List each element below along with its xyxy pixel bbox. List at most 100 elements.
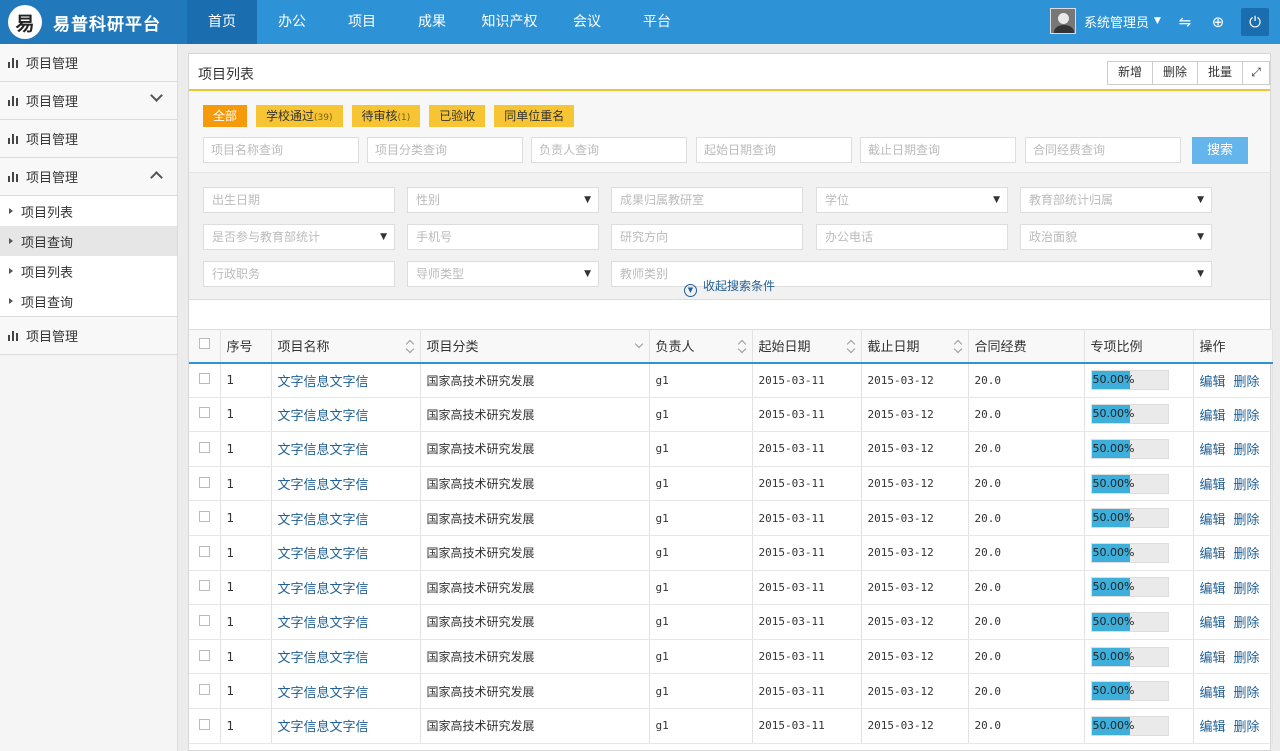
edit-link[interactable]: 编辑 — [1200, 409, 1226, 424]
office-phone-field[interactable]: 办公电话 — [816, 224, 1008, 250]
sidebar-item-project-query[interactable]: 项目查询 — [0, 226, 177, 256]
nav-meeting[interactable]: 会议 — [552, 0, 622, 44]
nav-home[interactable]: 首页 — [187, 0, 257, 44]
edit-link[interactable]: 编辑 — [1200, 686, 1226, 701]
delete-link[interactable]: 删除 — [1234, 478, 1260, 493]
delete-link[interactable]: 删除 — [1234, 720, 1260, 735]
tag-all[interactable]: 全部 — [203, 105, 248, 127]
project-name[interactable]: 文字信息文字信 — [278, 616, 369, 631]
gender-select[interactable]: 性别 ▼ — [407, 187, 599, 213]
sidebar-group-1[interactable]: 项目管理 — [0, 44, 177, 82]
degree-select[interactable]: 学位 ▼ — [816, 187, 1008, 213]
project-name[interactable]: 文字信息文字信 — [278, 582, 369, 597]
nav-project[interactable]: 项目 — [327, 0, 397, 44]
col-name[interactable]: 项目名称 — [271, 329, 421, 364]
delete-link[interactable]: 删除 — [1234, 651, 1260, 666]
project-name[interactable]: 文字信息文字信 — [278, 478, 369, 493]
sidebar-item-project-query-2[interactable]: 项目查询 — [0, 286, 177, 316]
project-name-link[interactable]: 文字信息文字信 — [271, 535, 421, 571]
delete-link[interactable]: 删除 — [1234, 686, 1260, 701]
row-checkbox[interactable] — [189, 535, 221, 571]
user-menu[interactable]: 系统管理员 ▼ — [1050, 8, 1161, 34]
collapse-search-toggle[interactable]: ▼ 收起搜索条件 — [189, 277, 1270, 297]
tag-duplicate-name[interactable]: 同单位重名 — [494, 105, 575, 127]
row-checkbox[interactable] — [189, 639, 221, 675]
delete-link[interactable]: 删除 — [1234, 375, 1260, 390]
project-name[interactable]: 文字信息文字信 — [278, 375, 369, 390]
col-category[interactable]: 项目分类 — [420, 329, 650, 364]
tag-accepted[interactable]: 已验收 — [429, 105, 486, 127]
delete-link[interactable]: 删除 — [1234, 443, 1260, 458]
project-name[interactable]: 文字信息文字信 — [278, 547, 369, 562]
power-icon[interactable]: ⏻ — [1241, 8, 1269, 36]
end-date-query[interactable]: 截止日期查询 — [860, 137, 1016, 163]
edit-link[interactable]: 编辑 — [1200, 513, 1226, 528]
plus-circle-icon[interactable]: ⊕ — [1207, 11, 1229, 33]
delete-button[interactable]: 删除 — [1152, 62, 1198, 84]
share-icon[interactable]: ⇋ — [1174, 11, 1196, 33]
project-name[interactable]: 文字信息文字信 — [278, 686, 369, 701]
delete-link[interactable]: 删除 — [1234, 616, 1260, 631]
col-end[interactable]: 截止日期 — [861, 329, 969, 364]
project-name-link[interactable]: 文字信息文字信 — [271, 708, 421, 744]
nav-achievement[interactable]: 成果 — [397, 0, 467, 44]
batch-button[interactable]: 批量 — [1197, 62, 1243, 84]
ministry-attribution-select[interactable]: 教育部统计归属 ▼ — [1020, 187, 1212, 213]
col-owner[interactable]: 负责人 — [649, 329, 753, 364]
edit-link[interactable]: 编辑 — [1200, 582, 1226, 597]
row-checkbox[interactable] — [189, 708, 221, 744]
nav-ip[interactable]: 知识产权 — [467, 0, 552, 44]
project-name[interactable]: 文字信息文字信 — [278, 409, 369, 424]
row-checkbox[interactable] — [189, 362, 221, 398]
edit-link[interactable]: 编辑 — [1200, 616, 1226, 631]
project-name-query[interactable]: 项目名称查询 — [203, 137, 359, 163]
edit-link[interactable]: 编辑 — [1200, 478, 1226, 493]
delete-link[interactable]: 删除 — [1234, 409, 1260, 424]
project-name-link[interactable]: 文字信息文字信 — [271, 639, 421, 675]
row-checkbox[interactable] — [189, 397, 221, 433]
expand-icon[interactable]: ⤢ — [1243, 62, 1269, 84]
budget-query[interactable]: 合同经费查询 — [1025, 137, 1181, 163]
edit-link[interactable]: 编辑 — [1200, 651, 1226, 666]
ministry-stats-select[interactable]: 是否参与教育部统计 ▼ — [203, 224, 395, 250]
research-field[interactable]: 研究方向 — [611, 224, 803, 250]
project-name-link[interactable]: 文字信息文字信 — [271, 431, 421, 467]
sidebar-item-project-list[interactable]: 项目列表 — [0, 196, 177, 226]
tag-school-approved[interactable]: 学校通过(39) — [256, 105, 343, 127]
sidebar-group-2[interactable]: 项目管理 — [0, 82, 177, 120]
sidebar-group-3[interactable]: 项目管理 — [0, 120, 177, 158]
start-date-query[interactable]: 起始日期查询 — [696, 137, 852, 163]
add-button[interactable]: 新增 — [1107, 62, 1153, 84]
row-checkbox[interactable] — [189, 570, 221, 606]
project-name-link[interactable]: 文字信息文字信 — [271, 362, 421, 398]
delete-link[interactable]: 删除 — [1234, 513, 1260, 528]
delete-link[interactable]: 删除 — [1234, 582, 1260, 597]
row-checkbox[interactable] — [189, 604, 221, 640]
select-all-checkbox[interactable] — [189, 329, 221, 364]
project-name-link[interactable]: 文字信息文字信 — [271, 604, 421, 640]
project-name-link[interactable]: 文字信息文字信 — [271, 466, 421, 502]
nav-platform[interactable]: 平台 — [622, 0, 692, 44]
project-name[interactable]: 文字信息文字信 — [278, 720, 369, 735]
search-button[interactable]: 搜索 — [1192, 137, 1248, 164]
row-checkbox[interactable] — [189, 500, 221, 536]
row-checkbox[interactable] — [189, 431, 221, 467]
sidebar-group-5[interactable]: 项目管理 — [0, 317, 177, 355]
project-name-link[interactable]: 文字信息文字信 — [271, 673, 421, 709]
owner-query[interactable]: 负责人查询 — [531, 137, 687, 163]
edit-link[interactable]: 编辑 — [1200, 547, 1226, 562]
edit-link[interactable]: 编辑 — [1200, 720, 1226, 735]
project-category-query[interactable]: 项目分类查询 — [367, 137, 523, 163]
sidebar-group-4[interactable]: 项目管理 — [0, 158, 177, 196]
col-start[interactable]: 起始日期 — [752, 329, 862, 364]
row-checkbox[interactable] — [189, 673, 221, 709]
project-name[interactable]: 文字信息文字信 — [278, 513, 369, 528]
sidebar-item-project-list-2[interactable]: 项目列表 — [0, 256, 177, 286]
nav-office[interactable]: 办公 — [257, 0, 327, 44]
project-name-link[interactable]: 文字信息文字信 — [271, 570, 421, 606]
political-status-select[interactable]: 政治面貌 ▼ — [1020, 224, 1212, 250]
edit-link[interactable]: 编辑 — [1200, 443, 1226, 458]
project-name-link[interactable]: 文字信息文字信 — [271, 397, 421, 433]
row-checkbox[interactable] — [189, 466, 221, 502]
brand[interactable]: 易 易普科研平台 — [0, 0, 187, 44]
